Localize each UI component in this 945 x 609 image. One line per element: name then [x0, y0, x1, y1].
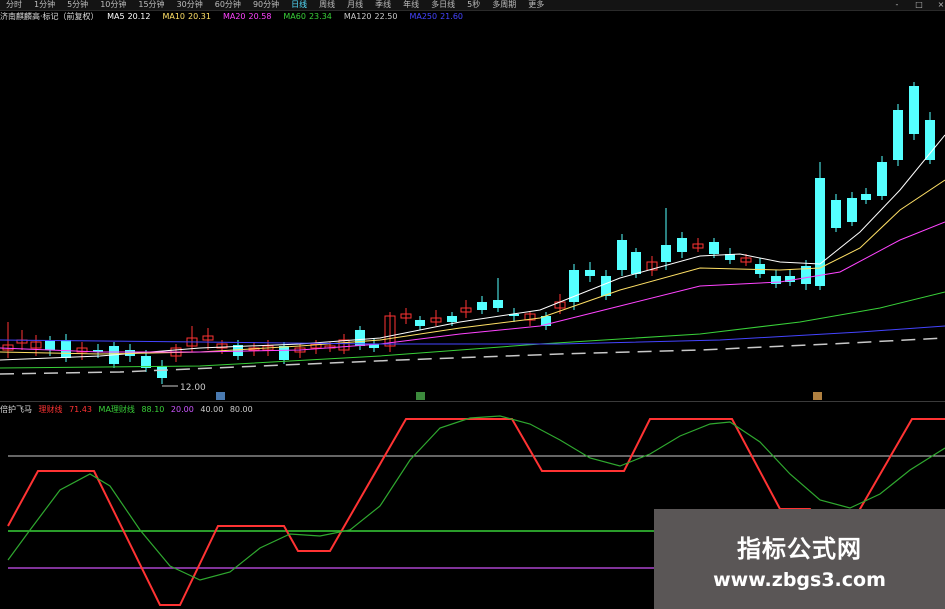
candle-body — [569, 270, 579, 302]
candle-body — [877, 162, 887, 196]
candle-body — [493, 300, 503, 308]
candle-body — [601, 276, 611, 296]
candle-body — [661, 245, 671, 262]
candle-body — [477, 302, 487, 310]
candle-body — [815, 178, 825, 286]
low-marker-label: 12.00 — [180, 383, 206, 393]
candle-body — [157, 366, 167, 378]
watermark: 指标公式网 www.zbgs3.com — [654, 509, 945, 609]
watermark-url: www.zbgs3.com — [713, 569, 886, 591]
event-marker — [416, 392, 425, 400]
candle-body — [61, 340, 71, 358]
candle-body — [447, 316, 457, 322]
candle-body — [847, 198, 857, 222]
candle-body — [677, 238, 687, 252]
ma20-line — [0, 221, 945, 353]
candle-body — [585, 270, 595, 276]
candle-body — [831, 200, 841, 228]
candle-body — [861, 194, 871, 200]
candle-body — [909, 86, 919, 134]
event-marker — [216, 392, 225, 400]
candle-body — [279, 346, 289, 360]
ma250-line — [0, 325, 945, 345]
candle-body — [415, 320, 425, 326]
watermark-title: 指标公式网 — [737, 535, 862, 563]
candle-body — [45, 340, 55, 350]
candle-body — [709, 242, 719, 254]
event-marker — [813, 392, 822, 400]
candle-body — [617, 240, 627, 270]
candle-body — [631, 252, 641, 274]
candle-body — [893, 110, 903, 160]
